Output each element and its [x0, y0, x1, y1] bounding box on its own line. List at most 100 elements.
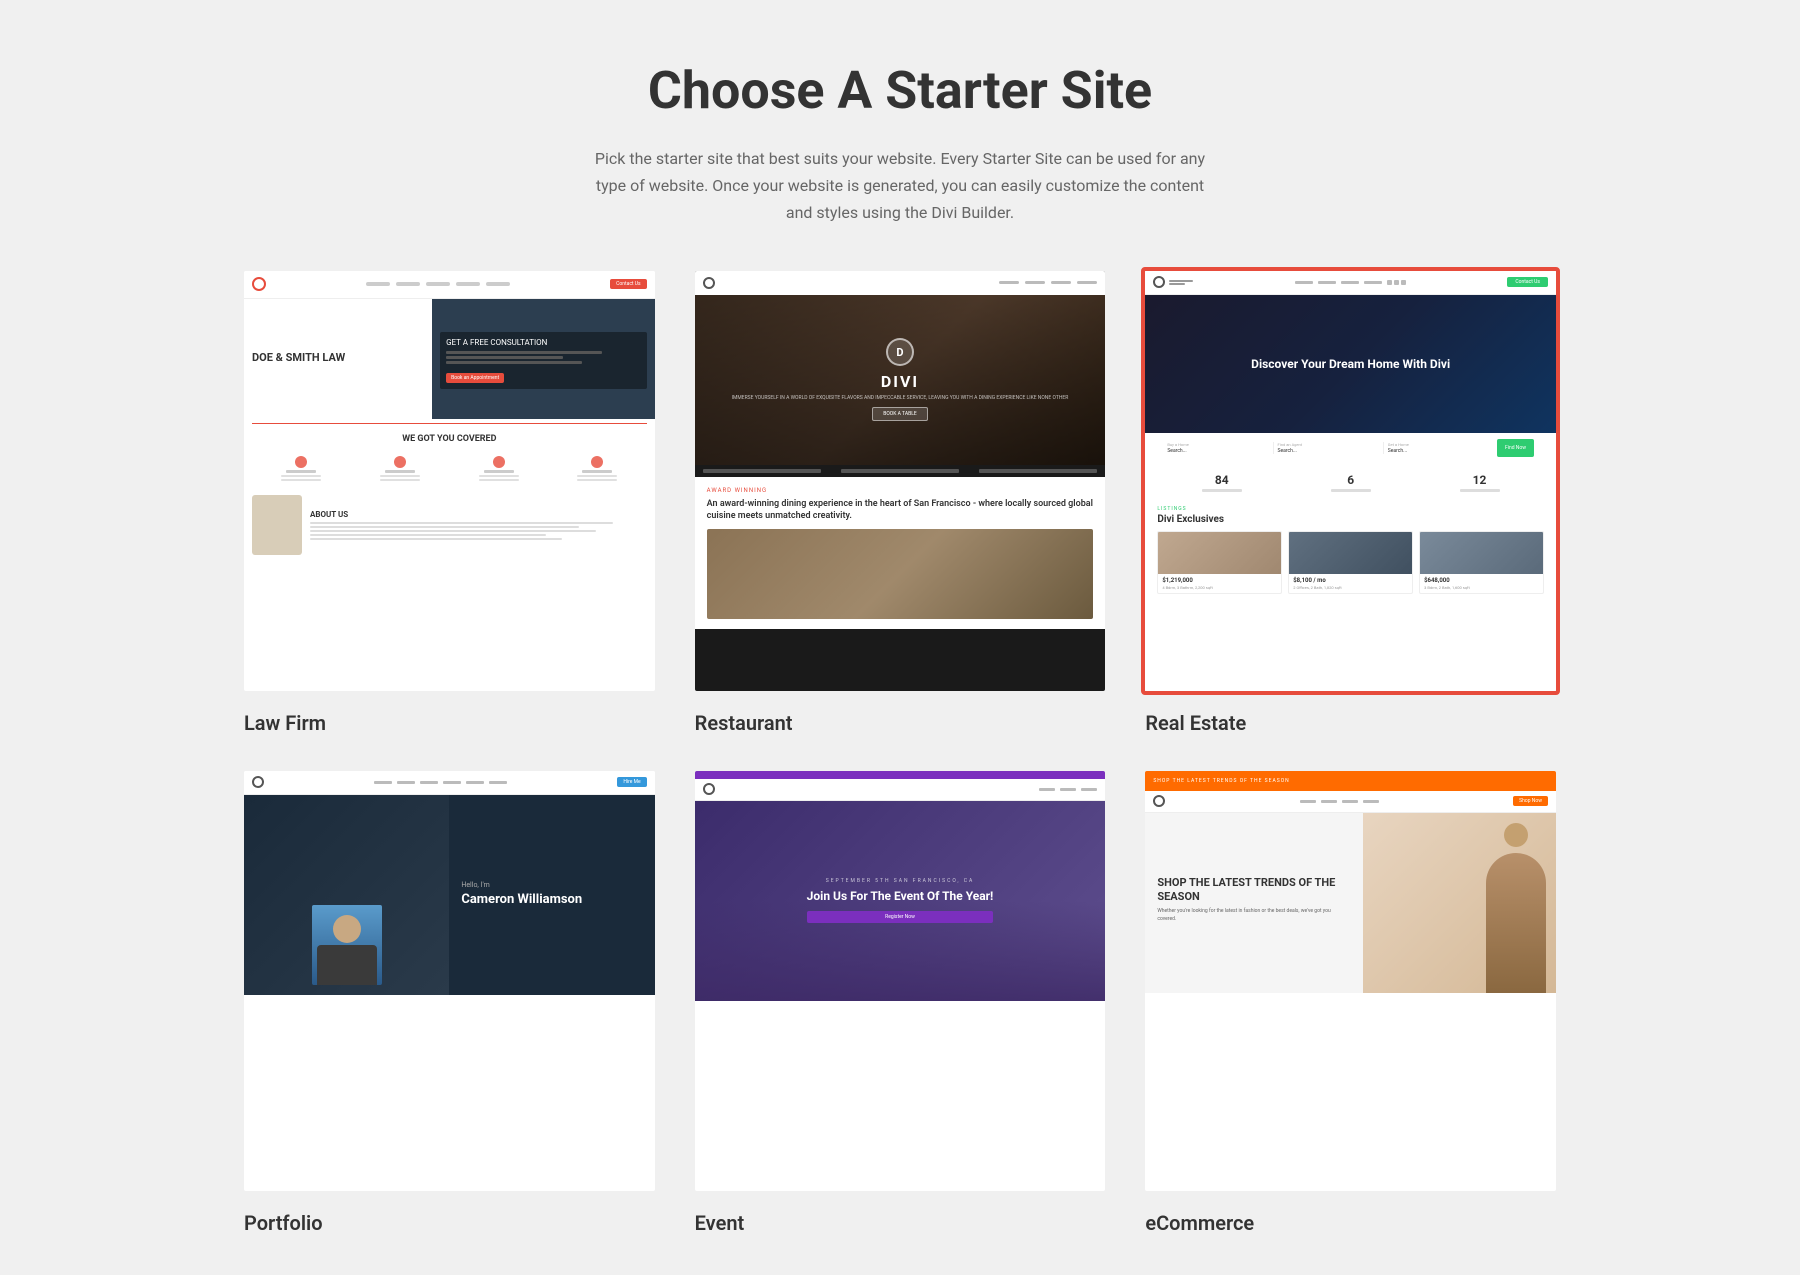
rest-brand-name: DIVI — [881, 372, 919, 391]
re-social-icon — [1387, 280, 1392, 285]
lf-feature-icon — [295, 456, 307, 468]
re-stat-label-3 — [1460, 489, 1500, 492]
rest-hero-sub: IMMERSE YOURSELF IN A WORLD OF EXQUISITE… — [712, 395, 1089, 401]
lf-feature-1 — [281, 456, 321, 481]
re-nav-item — [1295, 281, 1313, 284]
ec-nav — [1300, 800, 1379, 803]
re-logo-text — [1169, 280, 1193, 285]
ev-logo — [703, 783, 715, 795]
pf-avatar-body — [317, 945, 377, 985]
re-stat-label-2 — [1331, 489, 1371, 492]
re-card-image-2 — [1289, 532, 1412, 574]
lf-feature-desc — [281, 475, 321, 477]
re-search-value: Search... — [1167, 448, 1266, 454]
re-nav-item — [1364, 281, 1382, 284]
re-search-btn: Find Now — [1497, 439, 1534, 457]
lf-feature-icon — [591, 456, 603, 468]
pf-avatar — [312, 905, 382, 985]
ec-hero: SHOP THE LATEST TRENDS OF THE SEASON Whe… — [1145, 813, 1556, 993]
site-card-event[interactable]: SEPTEMBER 5TH SAN FRANCISCO, CA Join Us … — [691, 767, 1110, 1235]
rest-info-item — [841, 469, 959, 473]
lf-feature-icon — [394, 456, 406, 468]
rest-desc-title: An award-winning dining experience in th… — [707, 498, 1094, 523]
lf-about-line — [310, 526, 579, 528]
ec-model-head — [1504, 823, 1528, 847]
ev-content: SEPTEMBER 5TH SAN FRANCISCO, CA Join Us … — [787, 878, 1014, 923]
pf-name: Cameron Williamson — [461, 892, 642, 909]
lf-feature-desc — [479, 475, 519, 477]
lf-about-lines — [310, 522, 647, 540]
site-card-real-estate[interactable]: Contact Us Discover Your Dream Home With… — [1141, 267, 1560, 735]
re-search-value: Search... — [1278, 448, 1377, 454]
page-subtitle: Pick the starter site that best suits yo… — [590, 145, 1210, 227]
site-card-law-firm[interactable]: Contact Us DOE & SMITH LAW GET A FREE CO… — [240, 267, 659, 735]
re-stats: 84 6 12 — [1145, 465, 1556, 500]
site-card-ecommerce[interactable]: SHOP THE LATEST TRENDS OF THE SEASON Sho… — [1141, 767, 1560, 1235]
lf-about-line — [310, 534, 546, 536]
re-card-info-1: $1,219,000 4 Bdrm, 3 Bathrm, 2,200 sqft — [1158, 574, 1281, 593]
re-card-price-3: $648,000 — [1424, 577, 1539, 584]
re-nav-item — [1341, 281, 1359, 284]
ec-hero-left: SHOP THE LATEST TRENDS OF THE SEASON Whe… — [1145, 813, 1362, 993]
re-logo-line — [1169, 283, 1185, 285]
pf-hero-left — [244, 795, 449, 995]
lf-nav-item — [486, 282, 510, 286]
re-search-value: Search... — [1388, 448, 1487, 454]
card-label-restaurant: Restaurant — [691, 711, 1110, 735]
pf-hero: Hello, I'm Cameron Williamson — [244, 795, 655, 995]
lf-feature-desc — [380, 475, 420, 477]
ec-navbar: Shop Now — [1145, 791, 1556, 813]
lf-divider — [252, 423, 647, 424]
lf-logo — [252, 277, 266, 291]
lf-hero-box: GET A FREE CONSULTATION Book an Appointm… — [440, 332, 647, 389]
re-nav-social — [1387, 280, 1406, 285]
re-card-price-1: $1,219,000 — [1162, 577, 1277, 584]
site-card-restaurant[interactable]: D DIVI IMMERSE YOURSELF IN A WORLD OF EX… — [691, 267, 1110, 735]
re-property-card-3: $648,000 3 Bdrm, 2 Bath, 1,600 sqft — [1419, 531, 1544, 594]
pf-nav-item — [466, 781, 484, 784]
re-hero: Discover Your Dream Home With Divi — [1145, 295, 1556, 435]
re-nav-item — [1318, 281, 1336, 284]
lf-features — [244, 450, 655, 487]
ev-event-label: SEPTEMBER 5TH SAN FRANCISCO, CA — [807, 878, 994, 884]
re-logo-dot — [1153, 276, 1165, 288]
pf-logo — [252, 776, 264, 788]
pf-nav-item — [397, 781, 415, 784]
rest-nav — [999, 281, 1097, 284]
lf-text-lines — [446, 351, 641, 364]
lf-hero: DOE & SMITH LAW GET A FREE CONSULTATION — [244, 299, 655, 419]
card-label-ecommerce: eCommerce — [1141, 1211, 1560, 1235]
ev-cta-btn: Register Now — [807, 911, 994, 923]
card-preview-wrapper-law: Contact Us DOE & SMITH LAW GET A FREE CO… — [240, 267, 659, 695]
rest-label: AWARD WINNING — [707, 487, 1094, 494]
lf-tagline: WE GOT YOU COVERED — [244, 428, 655, 450]
page-container: Choose A Starter Site Pick the starter s… — [200, 0, 1600, 1275]
re-search-bar: Buy a Home Search... Find an Agent Searc… — [1161, 435, 1540, 461]
re-card-price-2: $8,100 / mo — [1293, 577, 1408, 584]
re-nav — [1295, 280, 1406, 285]
re-card-info-3: $648,000 3 Bdrm, 2 Bath, 1,600 sqft — [1420, 574, 1543, 593]
lf-appt-btn: Book an Appointment — [446, 373, 504, 383]
card-preview-wrapper-ecommerce: SHOP THE LATEST TRENDS OF THE SEASON Sho… — [1141, 767, 1560, 1195]
re-logo — [1153, 276, 1193, 288]
ec-hero-sub: Whether you're looking for the latest in… — [1157, 908, 1350, 923]
lf-about-title: ABOUT US — [310, 510, 647, 519]
lf-contact-btn: Contact Us — [610, 279, 647, 289]
re-stat-num-1: 84 — [1202, 473, 1242, 487]
pf-nav-item — [489, 781, 507, 784]
rest-nav-item — [1051, 281, 1071, 284]
card-preview-wrapper-realestate: Contact Us Discover Your Dream Home With… — [1141, 267, 1560, 695]
lf-feature-label — [484, 470, 514, 473]
ev-purple-bar — [695, 771, 1106, 779]
pf-nav-item — [420, 781, 438, 784]
rest-topbar — [695, 271, 1106, 295]
re-search-label: Get a Home — [1388, 442, 1487, 447]
rest-logo — [703, 277, 715, 289]
re-cta-btn: Contact Us — [1507, 277, 1548, 287]
lf-nav-item — [456, 282, 480, 286]
site-card-portfolio[interactable]: Hire Me Hello, I'm Cameron Williamson — [240, 767, 659, 1235]
lf-feature-desc — [380, 479, 420, 481]
ev-event-title: Join Us For The Event Of The Year! — [807, 888, 994, 905]
lf-line — [446, 351, 602, 354]
pf-hero-right: Hello, I'm Cameron Williamson — [449, 795, 654, 995]
